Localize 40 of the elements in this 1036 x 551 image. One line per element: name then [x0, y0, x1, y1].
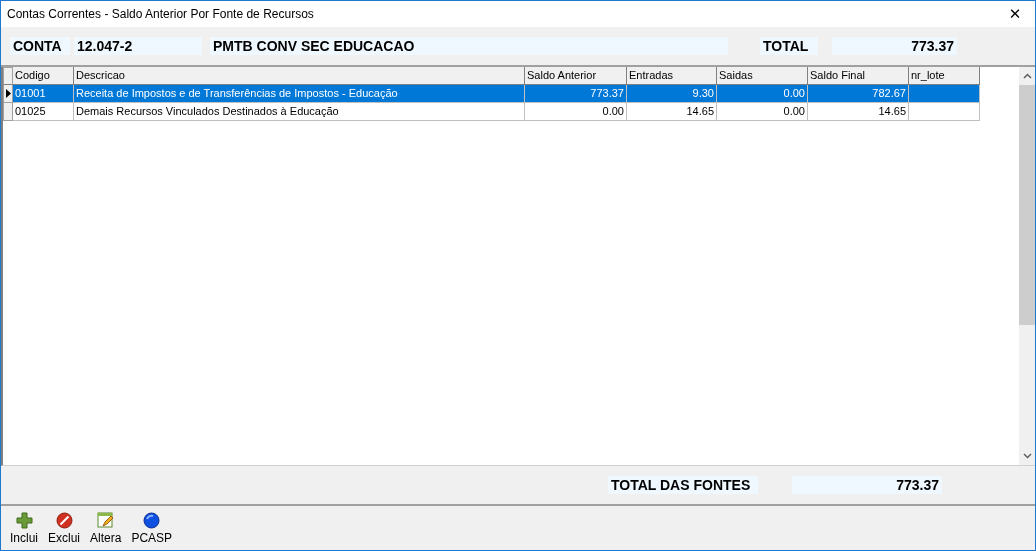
column-header[interactable]: Codigo: [13, 67, 74, 85]
total-label: TOTAL: [760, 37, 818, 55]
table-cell: 01001: [13, 85, 74, 103]
total-sources-label: TOTAL DAS FONTES: [608, 476, 758, 494]
scroll-up-icon[interactable]: [1022, 73, 1032, 79]
account-number-field: 12.047-2: [74, 37, 202, 55]
table-cell: [909, 85, 980, 103]
column-header[interactable]: Saldo Final: [808, 67, 909, 85]
table-cell: Demais Recursos Vinculados Destinados à Educação: [74, 103, 525, 121]
table-cell: 773.37: [525, 85, 627, 103]
total-sources-field: 773.37: [792, 476, 942, 494]
account-name-field: PMTB CONV SEC EDUCACAO: [210, 37, 728, 55]
table-cell: 0.00: [525, 103, 627, 121]
column-header[interactable]: Saldo Anterior: [525, 67, 627, 85]
table-cell: 01025: [13, 103, 74, 121]
row-pointer-icon: [5, 89, 11, 98]
edit-icon: [97, 511, 115, 529]
toolbar-button[interactable]: Exclui: [48, 511, 81, 545]
toolbar-button[interactable]: Inclui: [10, 511, 38, 545]
scroll-down-icon[interactable]: [1022, 453, 1032, 459]
prohibited-icon: [55, 511, 73, 529]
plus-icon: [15, 511, 33, 529]
window-title: Contas Correntes - Saldo Anterior Por Fonte de Recursos: [7, 7, 314, 21]
column-header[interactable]: nr_lote: [909, 67, 980, 85]
globe-icon: [143, 511, 161, 529]
toolbar-button[interactable]: PCASP: [131, 511, 173, 545]
table-cell: 0.00: [717, 85, 808, 103]
table-cell: 14.65: [627, 103, 717, 121]
table-cell: 9.30: [627, 85, 717, 103]
column-header[interactable]: Descricao: [74, 67, 525, 85]
column-header[interactable]: Entradas: [627, 67, 717, 85]
scrollbar[interactable]: [1019, 67, 1035, 465]
table-cell: 14.65: [808, 103, 909, 121]
table-cell: 0.00: [717, 103, 808, 121]
conta-label: CONTA: [10, 37, 70, 55]
total-field: 773.37: [832, 37, 957, 55]
toolbar-button[interactable]: Altera: [90, 511, 122, 545]
table-cell: 782.67: [808, 85, 909, 103]
table-cell: Receita de Impostos e de Transferências de Impostos - Educação: [74, 85, 525, 103]
table-cell: [909, 103, 980, 121]
